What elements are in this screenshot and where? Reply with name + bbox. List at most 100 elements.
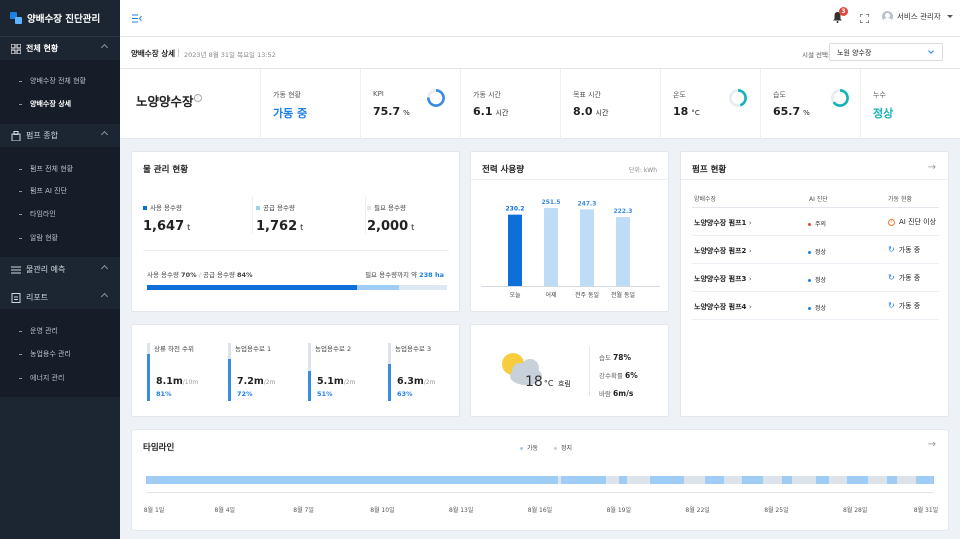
app-title: 양배수장 진단관리 [27, 14, 101, 25]
sidebar-item-station-detail[interactable]: 양배수장 상세 [18, 99, 71, 109]
status-dot [808, 223, 811, 226]
bar[interactable] [580, 209, 594, 286]
weather-label: 강수확률 [599, 372, 623, 380]
arrow-right-icon[interactable]: → [928, 162, 936, 173]
water-progress-bar [147, 285, 447, 290]
legend-swatch [520, 447, 523, 450]
operation-status-text: 가동 중 [898, 246, 921, 254]
kpi-label: 습도 [773, 91, 786, 99]
timeline-running-segment [561, 476, 606, 484]
bar[interactable] [616, 217, 630, 286]
facility-select[interactable]: 노원 양수장 [829, 43, 943, 61]
table-row[interactable]: 노양양수장 펌프3 › 정상 ↻ 가동 중 [692, 264, 939, 292]
weather-unit: °C [543, 379, 554, 388]
gauge-max: /2m [343, 379, 356, 386]
sidebar-item-alarms[interactable]: 알람 현황 [19, 233, 58, 243]
gauge-label: 농업용수로 1 [235, 345, 272, 353]
timeline-running-segment [742, 476, 764, 484]
sidebar-item-timeline[interactable]: 타임라인 [19, 209, 56, 219]
list-icon [11, 266, 21, 273]
station-summary: 노양양수장 i 가동 현황 가동 중 KPI 75.7% 가동 시간 6.1 시간… [120, 69, 960, 139]
card-title: 타임라인 [143, 443, 175, 453]
stat-used: 사용 용수량 1,647 t [143, 202, 190, 234]
sidebar-section-water-forecast[interactable]: 물관리 예측 [0, 258, 120, 281]
refresh-icon: ↻ [888, 273, 895, 282]
table-row[interactable]: 노양양수장 펌프4 › 정상 ↻ 가동 중 [692, 292, 939, 320]
remaining-label: 필요 용수량까지 약 [365, 271, 418, 279]
legend-swatch [256, 206, 260, 210]
kpi-unit: °C [691, 109, 700, 117]
sidebar-item-agri-water[interactable]: 농업용수 관리 [19, 349, 71, 359]
sidebar-section-overview[interactable]: 전체 현황 [0, 37, 120, 60]
power-usage-card: 전력 사용량 단위: kWh 230.2 오늘 251.5 어제 247.3 전주 동일 2… [470, 151, 670, 312]
weather-card: 18°C 흐림 습도 78% 강수확률 6% 바람 6m/s [470, 324, 669, 417]
kpi-target-time: 목표 시간 8.0 시간 [560, 69, 660, 139]
weather-temp: 18 [525, 374, 543, 390]
kpi-value: 75.7% [373, 105, 410, 118]
kpi-number: 8.0 [573, 105, 593, 118]
weather-details: 습도 78% 강수확률 6% 바람 6m/s [599, 349, 638, 403]
remaining-value: 238 ha [419, 271, 444, 279]
timeline-tick-label: 8월 1일 [143, 507, 165, 514]
sidebar-item-all-stations[interactable]: 양배수장 전체 현황 [19, 76, 86, 86]
pump-name-text: 노양양수장 펌프2 [694, 247, 747, 255]
table-row[interactable]: 노양양수장 펌프1 › 주의! AI 진단 이상 [692, 208, 939, 236]
gauge-value: 6.3m [397, 376, 424, 387]
operation-status: ↻ 가동 중 [888, 273, 920, 283]
gauge-max: /2m [263, 379, 276, 386]
water-ratio-text: 사용 용수량 70% / 공급 용수량 84% [147, 271, 253, 279]
gauge-percent: 72% [237, 390, 253, 398]
sidebar-item-energy[interactable]: 에너지 관리 [18, 373, 64, 383]
water-gauge: 농업용수로 3 6.3m/2m 63% [388, 343, 460, 403]
tick-label: 전월 동일 [611, 291, 635, 299]
table-row[interactable]: 노양양수장 펌프2 › 정상 ↻ 가동 중 [692, 236, 939, 264]
divider [143, 250, 449, 251]
gauge-track [308, 343, 311, 401]
water-management-card: 물 관리 현황 사용 용수량 1,647 t 공급 용수량 1,762 t 필요 용… [131, 151, 460, 312]
divider [681, 179, 950, 180]
info-icon[interactable]: i [194, 94, 202, 102]
humidity-ring [831, 89, 849, 107]
stat-label: 공급 용수량 [263, 204, 295, 212]
user-name: 서비스 관리자 [897, 12, 941, 21]
refresh-icon: ↻ [888, 301, 895, 310]
sidebar: 양배수장 진단관리 전체 현황 양배수장 전체 현황 양배수장 상세 펌프 종합… [0, 0, 120, 539]
gauge-fill [147, 354, 150, 401]
gauge-max: /10m [182, 379, 199, 386]
kpi-kpi: KPI 75.7% [360, 69, 460, 139]
bar[interactable] [508, 214, 522, 286]
chevron-up-icon [100, 130, 109, 139]
kpi-number: 75.7 [373, 105, 401, 118]
fullscreen-icon[interactable] [860, 14, 869, 23]
legend-label: 가동 [527, 445, 539, 452]
timeline-axis [146, 492, 934, 493]
sidebar-item-pump-ai[interactable]: 펌프 AI 진단 [18, 186, 67, 196]
sidebar-item-pump-all[interactable]: 펌프 전체 현황 [18, 164, 73, 174]
weather-row: 바람 6m/s [599, 385, 638, 403]
bar[interactable] [544, 208, 558, 286]
gauge-fill [388, 364, 391, 401]
arrow-right-icon[interactable]: → [928, 439, 936, 450]
kpi-unit: 시간 [495, 109, 509, 117]
timeline-tick-label: 8월 10일 [370, 507, 395, 514]
sidebar-section-report[interactable]: 리포트 [0, 286, 120, 309]
water-gauge: 농업용수로 2 5.1m/2m 51% [308, 343, 380, 403]
gauge-label: 농업용수로 3 [395, 345, 432, 353]
pump-name: 노양양수장 펌프2 › [694, 246, 752, 256]
kpi-value: 6.1 시간 [473, 105, 508, 118]
sidebar-item-operation[interactable]: 운영 관리 [19, 326, 58, 336]
kpi-unit: % [803, 109, 810, 117]
ai-diagnosis-text: 정상 [815, 249, 827, 256]
station-name: 노양양수장 [136, 94, 194, 109]
notification-button[interactable]: 3 [832, 7, 848, 25]
user-menu[interactable]: 서비스 관리자 [882, 11, 953, 22]
sidebar-section-pump[interactable]: 펌프 종합 [0, 124, 120, 147]
stat-value: 1,762 [256, 219, 298, 234]
current-datetime: 2023년 8월 31일 목요일 13:52 [184, 51, 276, 59]
menu-collapse-icon[interactable] [132, 14, 142, 23]
warning-icon: ! [888, 218, 895, 226]
card-title: 전력 사용량 [482, 165, 525, 175]
app-brand[interactable]: 양배수장 진단관리 [0, 0, 120, 37]
pump-name-text: 노양양수장 펌프3 [694, 275, 747, 283]
kpi-value: 정상 [873, 107, 894, 120]
